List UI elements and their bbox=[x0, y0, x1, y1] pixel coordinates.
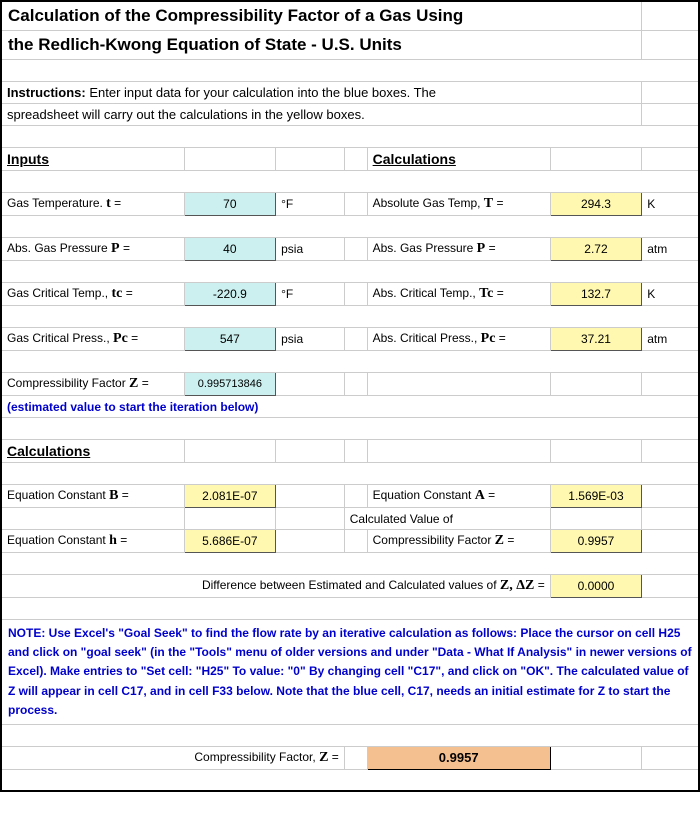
abs-temp-unit: K bbox=[642, 193, 699, 216]
abs-temp-label: Absolute Gas Temp, T = bbox=[367, 193, 550, 216]
goal-seek-note: NOTE: Use Excel's "Goal Seek" to find th… bbox=[1, 620, 699, 725]
abs-press-label: Abs. Gas Pressure P = bbox=[367, 238, 550, 261]
crit-temp-input[interactable]: -220.9 bbox=[184, 283, 276, 306]
final-z-value: 0.9957 bbox=[367, 746, 550, 769]
spreadsheet: Calculation of the Compressibility Facto… bbox=[0, 0, 700, 792]
abs-crit-temp-label: Abs. Critical Temp., Tc = bbox=[367, 283, 550, 306]
gas-press-label: Abs. Gas Pressure P = bbox=[1, 238, 184, 261]
z-estimate-note: (estimated value to start the iteration … bbox=[1, 396, 699, 418]
abs-crit-press-label: Abs. Critical Press., Pc = bbox=[367, 328, 550, 351]
abs-temp-value: 294.3 bbox=[550, 193, 642, 216]
calculations-header: Calculations bbox=[367, 148, 550, 171]
delta-z-value: 0.0000 bbox=[550, 575, 642, 598]
delta-z-label: Difference between Estimated and Calcula… bbox=[1, 575, 550, 598]
inputs-header: Inputs bbox=[1, 148, 184, 171]
const-a-value: 1.569E-03 bbox=[550, 485, 642, 508]
calculations-2-header: Calculations bbox=[1, 440, 184, 463]
gas-temp-unit: °F bbox=[276, 193, 345, 216]
abs-crit-temp-value: 132.7 bbox=[550, 283, 642, 306]
crit-press-unit: psia bbox=[276, 328, 345, 351]
calc-z-value: 0.9957 bbox=[550, 530, 642, 553]
const-b-label: Equation Constant B = bbox=[1, 485, 184, 508]
abs-press-value: 2.72 bbox=[550, 238, 642, 261]
title-line-2: the Redlich-Kwong Equation of State - U.… bbox=[1, 31, 642, 60]
calc-value-of-label: Calculated Value of bbox=[344, 508, 550, 530]
const-h-value: 5.686E-07 bbox=[184, 530, 276, 553]
title-line-1: Calculation of the Compressibility Facto… bbox=[1, 1, 642, 31]
instructions-line-2: spreadsheet will carry out the calculati… bbox=[1, 104, 642, 126]
const-b-value: 2.081E-07 bbox=[184, 485, 276, 508]
abs-crit-temp-unit: K bbox=[642, 283, 699, 306]
const-a-label: Equation Constant A = bbox=[367, 485, 550, 508]
crit-temp-label: Gas Critical Temp., tc = bbox=[1, 283, 184, 306]
abs-crit-press-value: 37.21 bbox=[550, 328, 642, 351]
abs-crit-press-unit: atm bbox=[642, 328, 699, 351]
crit-temp-unit: °F bbox=[276, 283, 345, 306]
gas-temp-input[interactable]: 70 bbox=[184, 193, 276, 216]
const-h-label: Equation Constant h = bbox=[1, 530, 184, 553]
z-factor-label: Compressibility Factor Z = bbox=[1, 373, 184, 396]
calc-z-label: Compressibility Factor Z = bbox=[367, 530, 550, 553]
crit-press-label: Gas Critical Press., Pc = bbox=[1, 328, 184, 351]
gas-press-unit: psia bbox=[276, 238, 345, 261]
final-z-label: Compressibility Factor, Z = bbox=[1, 746, 344, 769]
crit-press-input[interactable]: 547 bbox=[184, 328, 276, 351]
gas-temp-label: Gas Temperature. t = bbox=[1, 193, 184, 216]
z-factor-input[interactable]: 0.995713846 bbox=[184, 373, 276, 396]
abs-press-unit: atm bbox=[642, 238, 699, 261]
instructions-line-1: Instructions: Enter input data for your … bbox=[1, 82, 642, 104]
gas-press-input[interactable]: 40 bbox=[184, 238, 276, 261]
